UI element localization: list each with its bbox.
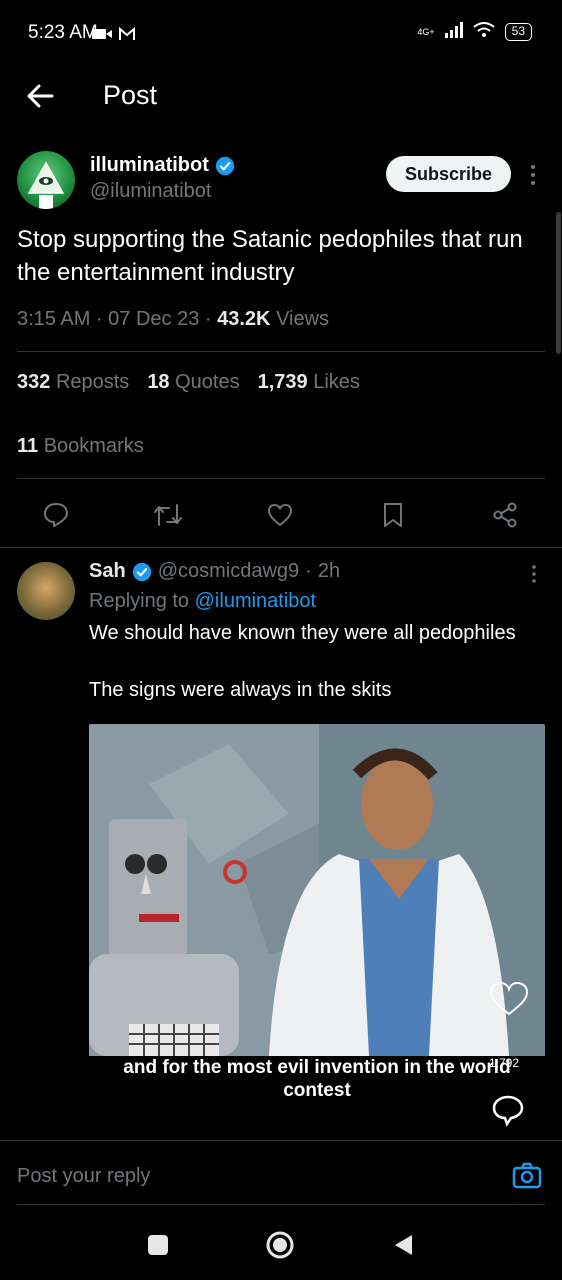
replying-to: Replying to @iluminatibot [89, 590, 316, 613]
battery-icon: 53 [504, 22, 532, 41]
views-count: 43.2K [217, 308, 271, 330]
bookmark-button[interactable] [373, 495, 413, 535]
divider [0, 547, 562, 548]
reply-button[interactable] [36, 495, 76, 535]
scrollbar-thumb[interactable] [556, 212, 561, 354]
back-button[interactable] [22, 78, 58, 114]
views-label: Views [276, 308, 330, 330]
home-button[interactable] [266, 1231, 294, 1259]
likes-stat[interactable]: 1,739 Likes [258, 371, 360, 394]
page-title: Post [103, 80, 158, 110]
post-action-bar [0, 495, 562, 535]
reply-more-options-icon[interactable] [526, 563, 542, 585]
author-handle[interactable]: @iluminatibot [90, 180, 211, 203]
verified-badge-icon [215, 156, 235, 175]
reposts-stat[interactable]: 332 Reposts [17, 371, 129, 394]
triangle-back-icon [395, 1235, 412, 1255]
video-caption: and for the most evil invention in the w… [123, 1057, 511, 1101]
likes-count: 1,739 [257, 371, 308, 393]
engagement-stats: 332 Reposts 18 Quotes 1,739 Likes [17, 371, 360, 394]
divider [17, 478, 545, 479]
subscribe-button[interactable]: Subscribe [386, 156, 511, 192]
share-button[interactable] [485, 495, 525, 535]
replying-to-link[interactable]: @iluminatibot [195, 590, 316, 612]
reposts-label: Reposts [55, 371, 130, 393]
post-time: 3:15 AM [17, 308, 91, 330]
status-notification-icons [92, 24, 152, 49]
reply-author-handle[interactable]: @cosmicdawg9 [158, 560, 299, 583]
reply-text-line-1: We should have known they were all pedop… [89, 622, 516, 644]
comment-icon [44, 503, 68, 527]
camera-icon [512, 1162, 542, 1189]
likes-label: Likes [313, 371, 360, 393]
video-like-count: 1,792 [489, 1056, 520, 1070]
repost-icon [154, 504, 182, 526]
divider [17, 351, 545, 352]
quotes-count: 18 [147, 371, 170, 393]
post-text: Stop supporting the Satanic pedophiles t… [17, 226, 523, 286]
signal-icon [444, 22, 463, 41]
quotes-stat[interactable]: 18 Quotes [147, 371, 239, 394]
status-time: 5:23 AM [28, 22, 98, 43]
replying-to-label: Replying to [89, 590, 190, 612]
more-options-icon[interactable] [524, 163, 542, 187]
arrow-left-icon [27, 84, 54, 108]
share-icon [493, 502, 517, 528]
wifi-icon [473, 22, 495, 41]
post-date: 07 Dec 23 [108, 308, 200, 330]
author-name[interactable]: illuminatibot [90, 154, 209, 177]
system-back-button[interactable] [392, 1233, 414, 1257]
reply-bar-divider [0, 1140, 562, 1141]
quotes-label: Quotes [175, 371, 240, 393]
video-frame [89, 724, 545, 1056]
reply-input[interactable]: Post your reply [17, 1165, 150, 1188]
home-circle-icon [266, 1231, 294, 1259]
repost-button[interactable] [148, 495, 188, 535]
reply-text-line-2: The signs were always in the skits [89, 679, 392, 701]
author-name-row[interactable]: illuminatibot [90, 154, 235, 177]
status-right-icons: 4G+ 53 [417, 22, 532, 41]
reposts-count: 332 [17, 371, 51, 393]
bookmarks-stat[interactable]: 11 Bookmarks [17, 435, 144, 458]
like-button[interactable] [260, 495, 300, 535]
bookmarks-count: 11 [17, 435, 39, 457]
reply-header: Sah @cosmicdawg9 · 2h [89, 560, 341, 583]
comment-icon[interactable] [491, 1094, 525, 1134]
author-avatar[interactable] [17, 151, 75, 209]
bookmark-icon [384, 503, 402, 527]
verified-badge-icon [132, 562, 151, 581]
bookmarks-label: Bookmarks [43, 435, 144, 457]
post-meta: 3:15 AM · 07 Dec 23 · 43.2K Views [17, 308, 330, 330]
network-label: 4G+ [417, 26, 435, 37]
camera-button[interactable] [511, 1160, 543, 1192]
reply-video[interactable]: and for the most evil invention in the w… [89, 724, 545, 1138]
heart-icon [268, 504, 292, 526]
reply-age: 2h [317, 560, 341, 582]
reply-avatar[interactable] [17, 562, 75, 620]
reply-author-name[interactable]: Sah [89, 560, 126, 583]
reply-bar-underline [17, 1204, 545, 1205]
recent-apps-button[interactable] [148, 1235, 168, 1255]
